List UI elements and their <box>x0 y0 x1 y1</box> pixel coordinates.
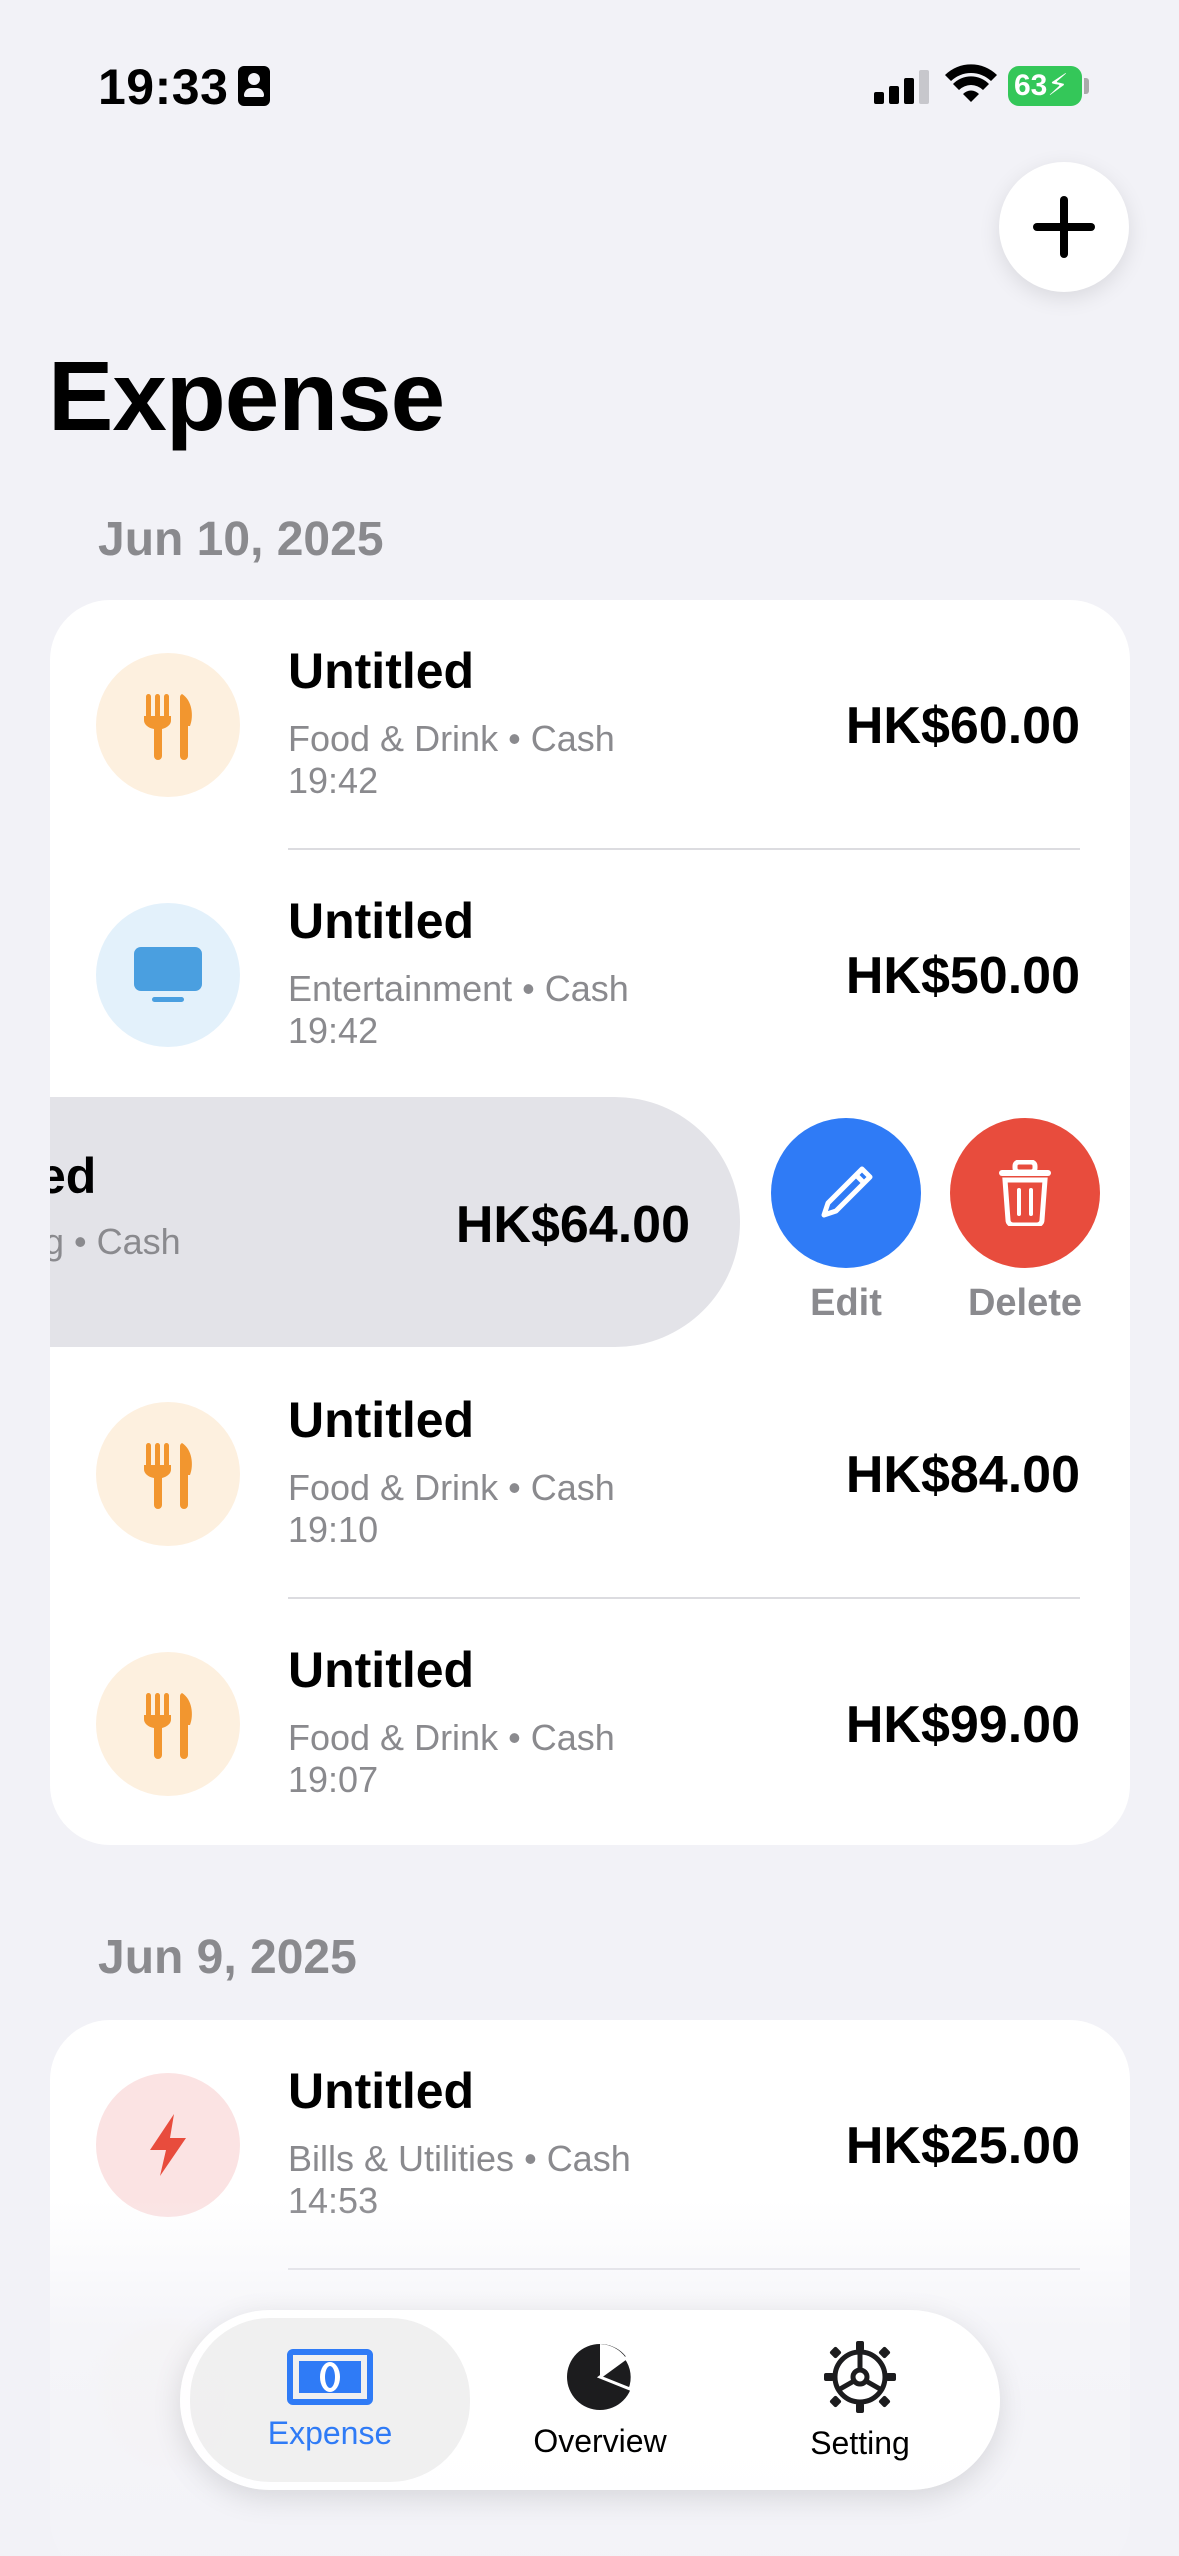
tab-setting[interactable]: Setting <box>730 2310 990 2490</box>
status-bar: 19:33 63⚡ <box>0 0 1179 170</box>
expense-category: Bills & Utilities <box>288 2138 515 2179</box>
entertainment-category-icon <box>96 903 240 1047</box>
expense-title: Untitled <box>288 1392 475 1448</box>
fork-knife-icon <box>143 1693 192 1759</box>
tv-icon <box>134 947 202 1002</box>
food-category-icon <box>96 653 240 797</box>
focus-person-icon <box>238 66 270 106</box>
separator-dot: • <box>524 2138 537 2179</box>
tab-expense[interactable]: Expense <box>190 2318 470 2482</box>
expense-method: Cash <box>546 2138 631 2179</box>
tab-overview[interactable]: Overview <box>470 2310 730 2490</box>
expense-title: Untitled <box>288 1642 475 1698</box>
separator-dot: • <box>508 1717 521 1758</box>
expense-time: 19:42 <box>288 1010 379 1051</box>
expense-amount: HK$25.00 <box>845 2117 1080 2175</box>
wifi-icon <box>945 64 997 102</box>
separator-dot: • <box>508 1467 521 1508</box>
expense-amount: HK$60.00 <box>845 697 1080 755</box>
expense-method: Cash <box>530 1467 615 1508</box>
battery-icon: 63⚡ <box>1008 66 1082 106</box>
expense-title: ed <box>50 1148 97 1204</box>
expense-amount: HK$64.00 <box>455 1196 690 1254</box>
separator-dot: • <box>508 718 521 759</box>
expense-row[interactable]: Untitled Food & Drink • Cash 19:10 HK$84… <box>50 1349 1130 1599</box>
swiped-expense-row[interactable]: ed g • Cash HK$64.00 <box>50 1097 740 1347</box>
battery-tip <box>1084 78 1089 94</box>
expense-category: Food & Drink <box>288 1467 499 1508</box>
expense-method: Cash <box>530 718 615 759</box>
page-title: Expense <box>48 341 445 451</box>
pie-chart-icon <box>567 2343 634 2410</box>
expense-amount: HK$84.00 <box>845 1446 1080 1504</box>
expense-time: 19:07 <box>288 1759 379 1800</box>
expense-category: Food & Drink <box>288 718 499 759</box>
food-category-icon <box>96 1402 240 1546</box>
edit-button[interactable] <box>771 1118 921 1268</box>
tab-label: Expense <box>267 2414 393 2451</box>
bills-category-icon <box>96 2073 240 2217</box>
expense-row[interactable]: Untitled Food & Drink • Cash 19:42 HK$60… <box>50 600 1130 850</box>
expense-category: Food & Drink <box>288 1717 499 1758</box>
fork-knife-icon <box>143 694 192 760</box>
pencil-icon <box>821 1166 873 1218</box>
expense-time: 19:10 <box>288 1509 379 1550</box>
expense-category: Entertainment <box>288 968 513 1009</box>
plus-icon <box>1033 196 1095 258</box>
date-header: Jun 10, 2025 <box>98 513 384 566</box>
edit-label: Edit <box>810 1282 882 1324</box>
status-time: 19:33 <box>98 59 229 115</box>
tab-label: Overview <box>533 2422 667 2459</box>
separator-dot: • <box>522 968 535 1009</box>
expense-row[interactable]: Untitled Entertainment • Cash 19:42 HK$5… <box>50 850 1130 1100</box>
date-header: Jun 9, 2025 <box>98 1931 357 1984</box>
expense-method: Cash <box>530 1717 615 1758</box>
expense-meta: Food & Drink • Cash <box>288 1717 615 1759</box>
expense-meta: Entertainment • Cash <box>288 968 629 1010</box>
expense-method: Cash <box>544 968 629 1009</box>
cellular-signal-icon <box>874 68 930 104</box>
expense-meta: g • Cash <box>50 1221 181 1262</box>
expense-amount: HK$99.00 <box>845 1696 1080 1754</box>
food-category-icon <box>96 1652 240 1796</box>
expense-title: Untitled <box>288 643 475 699</box>
expense-title: Untitled <box>288 893 475 949</box>
expense-meta: Food & Drink • Cash <box>288 1467 615 1509</box>
expense-meta: Bills & Utilities • Cash <box>288 2138 631 2180</box>
expense-meta: Food & Drink • Cash <box>288 718 615 760</box>
expense-row[interactable]: Untitled Food & Drink • Cash 19:07 HK$99… <box>50 1599 1130 1845</box>
fork-knife-icon <box>143 1443 192 1509</box>
expense-time: 19:42 <box>288 760 379 801</box>
tab-label: Setting <box>810 2424 910 2461</box>
tab-bar: Expense Overview Setting <box>180 2310 1000 2490</box>
add-expense-button[interactable] <box>999 162 1129 292</box>
delete-label: Delete <box>967 1282 1083 1324</box>
banknote-icon <box>287 2348 373 2405</box>
gear-icon <box>824 2340 896 2413</box>
expense-title: Untitled <box>288 2063 475 2119</box>
battery-level: 63 <box>1014 69 1048 102</box>
expense-amount: HK$50.00 <box>845 947 1080 1005</box>
trash-icon <box>999 1160 1051 1226</box>
delete-button[interactable] <box>950 1118 1100 1268</box>
bolt-icon <box>150 2114 186 2176</box>
